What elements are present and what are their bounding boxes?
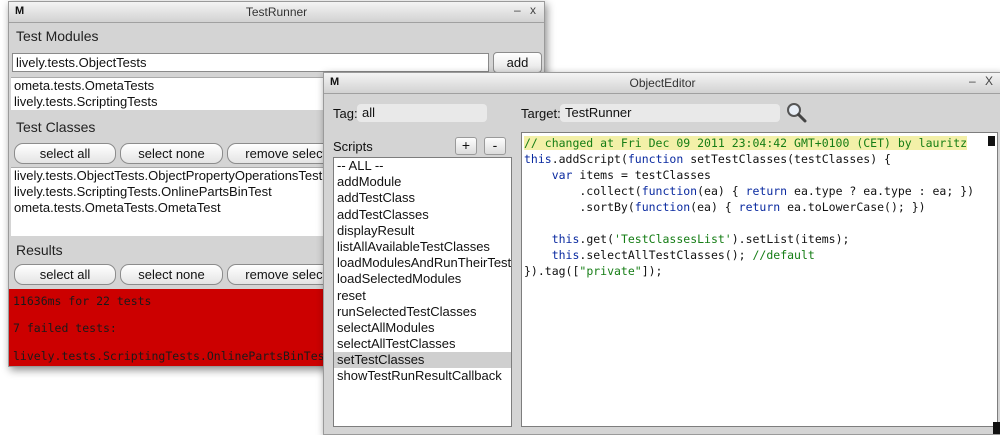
code-line: // changed at Fri Dec 09 2011 23:04:42 G… <box>524 136 968 150</box>
resize-handle[interactable] <box>993 422 1000 434</box>
tag-label: Tag: <box>333 106 358 121</box>
code-line: .collect(function(ea) { return ea.type ?… <box>524 184 975 198</box>
list-item[interactable]: listAllAvailableTestClasses <box>334 239 511 255</box>
list-item[interactable]: addTestClass <box>334 190 511 206</box>
add-script-button[interactable]: + <box>455 137 477 155</box>
module-input[interactable]: lively.tests.ObjectTests <box>12 53 489 72</box>
results-summary: 11636ms for 22 tests <box>13 294 152 308</box>
results-heading: Results <box>16 242 63 258</box>
list-item[interactable]: runSelectedTestClasses <box>334 304 511 320</box>
target-input[interactable]: TestRunner <box>560 104 780 122</box>
list-item[interactable]: showTestRunResultCallback <box>334 368 511 384</box>
list-item[interactable]: reset <box>334 288 511 304</box>
code-line: this.selectAllTestClasses(); //default <box>551 248 815 262</box>
code-line: }).tag(["private"]); <box>524 264 663 278</box>
code-line: this.get('TestClassesList').setList(item… <box>551 232 850 246</box>
minimize-icon[interactable]: – <box>969 74 976 88</box>
list-item[interactable]: addModule <box>334 174 511 190</box>
select-all-results-button[interactable]: select all <box>14 264 116 285</box>
select-none-results-button[interactable]: select none <box>120 264 223 285</box>
minimize-icon[interactable]: – <box>514 3 521 17</box>
test-modules-heading: Test Modules <box>16 28 99 44</box>
list-item-selected[interactable]: setTestClasses <box>334 352 511 369</box>
list-item[interactable]: addTestClasses <box>334 207 511 223</box>
scripts-list: -- ALL -- addModule addTestClass addTest… <box>333 157 512 427</box>
failed-count: 7 failed tests: <box>13 321 117 335</box>
failed-test-line: lively.tests.ScriptingTests.OnlinePartsB… <box>13 349 332 363</box>
testrunner-titlebar[interactable]: M TestRunner – x <box>9 2 544 23</box>
window-title: ObjectEditor <box>629 76 696 90</box>
code-comment: // changed at Fri Dec 09 2011 23:04:42 G… <box>524 136 968 150</box>
window-title: TestRunner <box>245 5 308 19</box>
close-icon[interactable]: X <box>985 74 993 88</box>
code-line: .sortBy(function(ea) { return ea.toLower… <box>524 200 926 214</box>
scripts-label: Scripts <box>333 139 373 154</box>
tag-input[interactable]: all <box>357 104 487 122</box>
code-line: var items = testClasses <box>551 168 711 182</box>
magnifier-icon[interactable] <box>785 101 807 123</box>
select-all-classes-button[interactable]: select all <box>14 143 116 164</box>
cursor-marker <box>988 136 995 146</box>
code-editor[interactable]: // changed at Fri Dec 09 2011 23:04:42 G… <box>521 132 998 427</box>
close-icon[interactable]: x <box>530 3 536 17</box>
objecteditor-titlebar[interactable]: M ObjectEditor – X <box>324 73 1000 94</box>
list-item[interactable]: loadSelectedModules <box>334 271 511 287</box>
test-classes-heading: Test Classes <box>16 119 96 135</box>
list-item[interactable]: selectAllModules <box>334 320 511 336</box>
select-none-classes-button[interactable]: select none <box>120 143 223 164</box>
list-item[interactable]: loadModulesAndRunTheirTests <box>334 255 511 271</box>
target-label: Target: <box>521 106 561 121</box>
list-item[interactable]: selectAllTestClasses <box>334 336 511 352</box>
add-module-button[interactable]: add <box>493 52 542 73</box>
list-item[interactable]: -- ALL -- <box>334 158 511 174</box>
code-line: this.addScript(function setTestClasses(t… <box>524 152 891 166</box>
list-item[interactable]: displayResult <box>334 223 511 239</box>
objecteditor-window: M ObjectEditor – X Tag: all Target: Test… <box>323 72 1000 435</box>
remove-script-button[interactable]: - <box>484 137 506 155</box>
